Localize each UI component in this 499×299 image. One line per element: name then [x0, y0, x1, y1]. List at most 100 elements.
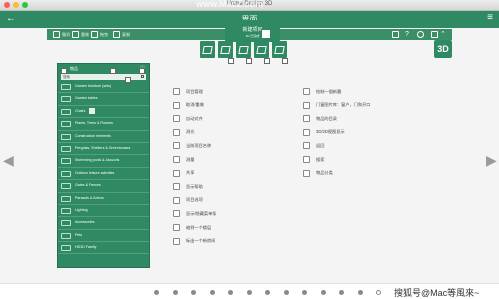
category-item[interactable]: Swimming pools & Jacuzzis [58, 155, 149, 168]
legend-label: 门窗图片库：窗户，门和开口 [316, 102, 371, 108]
category-thumbnail-icon [61, 133, 71, 140]
legend-marker-icon [173, 88, 180, 95]
wall-tool-button[interactable] [200, 41, 215, 58]
legend-label: 当前项目名称 [186, 142, 212, 148]
category-label: Construction elements [75, 133, 111, 138]
page-dot[interactable] [209, 290, 215, 295]
settings-icon [417, 31, 424, 38]
bottom-bar: 搜狐号@Mac等風來~ [0, 283, 499, 299]
search-placeholder: 搜索 [63, 75, 70, 79]
page-dot[interactable] [172, 290, 178, 295]
project-subtitle: 3D 已完成 [245, 34, 260, 38]
legend-marker-icon [303, 88, 310, 95]
category-item[interactable]: Outdoor leisure activities [58, 168, 149, 181]
category-thumbnail-icon [61, 183, 71, 190]
stair-tool-button[interactable] [236, 41, 251, 58]
page-dot[interactable] [376, 290, 381, 295]
project-title-box[interactable]: 新建项目 3D 已完成 [225, 20, 280, 42]
page-indicator [154, 290, 381, 295]
category-label: Swimming pools & Jacuzzis [75, 158, 120, 163]
category-label: Pergolas, Shelters & Greenhouses [75, 145, 131, 150]
object-tools [200, 41, 300, 59]
door-tool-button[interactable] [254, 41, 269, 58]
page-dot[interactable] [154, 290, 159, 295]
page-dot[interactable] [246, 290, 252, 295]
page-dot[interactable] [228, 290, 233, 295]
legend-label: 返回 [316, 142, 325, 148]
category-item[interactable]: Lighting [58, 205, 149, 218]
share-icon [392, 31, 399, 38]
legend-item: 自动对齐 [173, 114, 203, 123]
undo-button[interactable]: 撤消 [53, 30, 70, 39]
category-item[interactable]: Garden furniture (sets) [58, 81, 149, 94]
category-thumbnail-icon [61, 245, 71, 252]
category-label: Pets [75, 232, 83, 237]
hamburger-menu-icon[interactable]: ≡ [487, 12, 493, 23]
move-button[interactable]: 拖曳 [91, 30, 108, 39]
view-3d-button[interactable]: 3D [434, 40, 452, 58]
share-button[interactable] [392, 30, 399, 39]
legend-label: 测光 [186, 129, 195, 135]
category-thumbnail-icon [61, 195, 71, 202]
page-dot[interactable] [339, 290, 344, 295]
category-item[interactable]: Chairs [58, 106, 149, 119]
legend-item: 测光 [173, 128, 194, 137]
legend-item: 返回 [303, 141, 324, 150]
legend-item: 标出一个新房间 [173, 237, 215, 246]
copy-icon [113, 31, 120, 38]
legend-label: 测量 [186, 156, 195, 162]
annotation-marker [125, 77, 131, 83]
help-button[interactable]: ? [405, 30, 409, 39]
category-item[interactable]: Accessories [58, 217, 149, 230]
next-page-arrow-icon[interactable]: ▶ [486, 152, 497, 169]
catalog-search-input[interactable]: 搜索 [61, 74, 146, 80]
legend-marker-icon [173, 169, 180, 177]
furniture-tool-button[interactable] [272, 41, 287, 58]
tool-button[interactable] [431, 30, 438, 39]
copy-button[interactable]: 复制 [113, 30, 130, 39]
undo-label: 撤消 [62, 31, 70, 37]
floor-tool-button[interactable] [218, 41, 233, 58]
annotation-marker [264, 58, 270, 64]
category-label: Outdoor leisure activities [75, 170, 115, 175]
category-item[interactable]: Pergolas, Shelters & Greenhouses [58, 143, 149, 156]
legend-marker-icon [173, 237, 180, 245]
legend-label: 绘制一個新牆 [316, 88, 342, 94]
page-dot[interactable] [265, 290, 270, 295]
legend-item: 取消/重做 [173, 101, 204, 110]
category-item[interactable]: Construction elements [58, 131, 149, 143]
legend-label: 自动对齐 [186, 115, 203, 121]
annotation-marker [110, 68, 116, 74]
floor-tool-icon [220, 45, 231, 54]
legend-item: 搜索 [303, 155, 324, 164]
page-dot[interactable] [302, 290, 307, 295]
category-thumbnail-icon [61, 158, 71, 165]
category-item[interactable]: Gates & Fences [58, 180, 149, 193]
project-title: 新建项目 [242, 27, 263, 33]
legend-item: 测量 [173, 155, 194, 164]
annotation-marker [139, 68, 145, 74]
settings-button[interactable] [417, 30, 424, 39]
category-item[interactable]: Plants, Trees & Flowers [58, 118, 149, 131]
legend-item: 绘制一個新牆 [303, 87, 341, 96]
category-label: Garden furniture (sets) [75, 84, 112, 88]
category-thumbnail-icon [61, 121, 71, 128]
move-label: 拖曳 [100, 31, 108, 37]
prev-page-arrow-icon[interactable]: ◀ [3, 152, 14, 169]
move-icon [91, 31, 98, 38]
category-item[interactable]: HD3D Family [58, 242, 149, 255]
page-dot[interactable] [283, 290, 289, 295]
legend-label: 缩到一个楼层 [186, 224, 212, 230]
category-item[interactable]: Parasols & Arbors [58, 193, 149, 205]
chevron-up-icon[interactable]: ⌃ [440, 30, 446, 38]
page-dot[interactable] [191, 290, 196, 295]
category-item[interactable]: Pets [58, 230, 149, 243]
page-dot[interactable] [357, 290, 363, 295]
page-dot[interactable] [320, 290, 326, 295]
legend-marker-icon [173, 224, 180, 231]
legend-label: 共享 [186, 170, 195, 176]
category-item[interactable]: Garden tables [58, 93, 149, 106]
redo-button[interactable]: 重做 [72, 30, 89, 39]
panel-header: ← 物品 ⓘ [58, 64, 149, 73]
legend-label: 显示/隐藏菜单条 [186, 210, 217, 216]
